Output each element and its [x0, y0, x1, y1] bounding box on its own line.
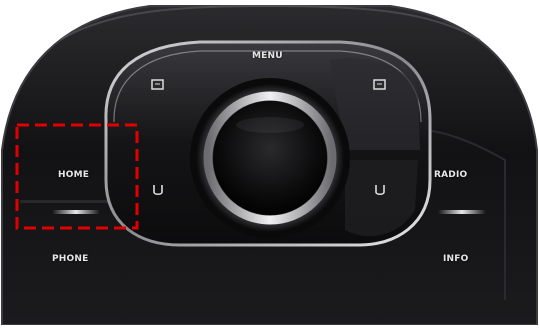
- option-icon-right[interactable]: [372, 78, 388, 92]
- phone-button[interactable]: [20, 232, 130, 292]
- controller-panel: MENU HOME PHONE RADIO INFO: [0, 0, 539, 326]
- info-button[interactable]: [420, 225, 530, 295]
- radio-button[interactable]: [420, 140, 530, 210]
- menu-button[interactable]: [210, 42, 330, 72]
- back-icon-left[interactable]: [150, 182, 166, 198]
- option-icon-left[interactable]: [150, 78, 166, 92]
- back-icon-right[interactable]: [372, 182, 388, 198]
- rotary-knob[interactable]: [215, 103, 325, 213]
- home-button[interactable]: [20, 128, 134, 225]
